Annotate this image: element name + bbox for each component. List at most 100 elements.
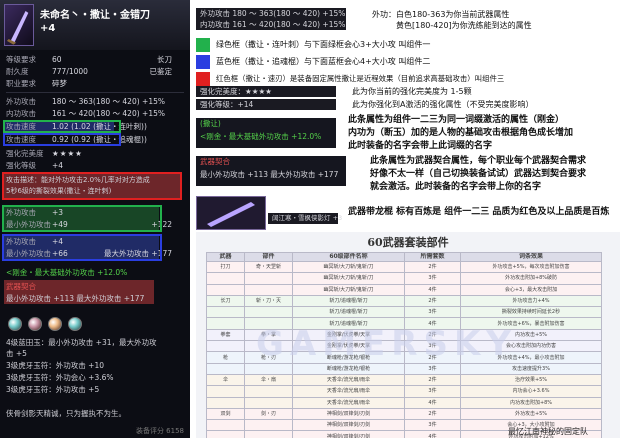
table-cell: 幽冥斩/大刀斩/鬼斩/刀 — [292, 260, 405, 274]
inner-attack-snippet: 内功攻击 161 ～ 420(180 ～ 420) +15% — [196, 19, 346, 30]
table-cell: 2件 — [404, 407, 461, 421]
table-cell: 撕裂效果持续时间延长2秒 — [460, 306, 602, 319]
table-cell: 枪 — [206, 351, 245, 364]
table-cell: 双剑 — [206, 407, 245, 421]
crest-header-row: <刚金・最大基础外功攻击 +12.0% — [6, 268, 128, 277]
weapon-crest-snippet: 武器契合 最小外功攻击 +113 最大外功攻击 +177 — [196, 156, 346, 186]
table-cell — [206, 362, 245, 375]
table-cell: 攻击速度提升3% — [460, 362, 602, 375]
table-cell: 2件 — [404, 294, 461, 308]
bottom-note: 武器带龙棍 标有百炼是 组件一二三 品质为红色及以上品质是百炼 — [348, 207, 610, 217]
green-label: 绿色框（撒让・连叶刺）与下面绿框会心3+大小攻 叫组件一 — [216, 40, 431, 49]
table-cell: 外功攻击+5%，每次攻击附加伤害 — [460, 260, 602, 274]
table-cell: 3件 — [404, 419, 461, 432]
weapon-icon[interactable] — [4, 4, 34, 46]
red-box-attack-note — [2, 172, 182, 200]
level-snippet: 强化等级：+14 — [196, 99, 336, 110]
stat-row-outer-attack: 外功攻击 180 ～ 363(180 ～ 420) +15% — [6, 97, 165, 106]
table-cell — [244, 272, 293, 285]
table-cell: 幽冥斩/大刀斩/鬼斩/刀 — [292, 272, 405, 285]
table-cell: 长刀 — [206, 294, 245, 308]
table-title: 60武器套装部件 — [367, 236, 449, 249]
table-cell: 天香伞/流光扇/雨伞 — [292, 385, 405, 398]
crest-note-1: 此条属性为武器契合属性，每个职业每个武器契合需求 — [370, 156, 587, 166]
table-cell: 神相剑/双锋剑/刃剑 — [292, 419, 405, 432]
table-cell — [206, 283, 245, 296]
col-set-count: 所需套数 — [404, 252, 461, 262]
table-cell: 打刀 — [206, 260, 245, 274]
table-cell: 斩・刀・灭 — [244, 294, 293, 308]
stat-row-inner-attack: 内功攻击 161 ～ 420(180 ～ 420) +15% — [6, 109, 165, 118]
table-cell: 奇・天罡斩 — [244, 260, 293, 274]
table-cell: 3件 — [404, 385, 461, 398]
crest-note-3: 就会激活。此时装备的名字会带上你的名字 — [370, 182, 542, 192]
table-row: 断魂枪/游龙枪/银枪 3件 攻击速度提升3% — [206, 362, 602, 375]
table-row: 天香伞/流光扇/雨伞 4件 内功攻击附加+8% — [206, 396, 602, 409]
table-row: 双剑 剑・刃 神相剑/双锋剑/刃剑 2件 外功攻击+5% — [206, 407, 602, 421]
green-box-block — [2, 205, 162, 232]
table-row: 长刀 斩・刀・灭 斩刀/追魂棍/斩刀 2件 外功攻击力+4% — [206, 294, 602, 308]
col-effect: 词条效果 — [460, 252, 602, 262]
col-part-names: 60级部件名称 — [292, 252, 405, 262]
crest-row: 最小外功攻击 +113 最大外功攻击 +177 — [6, 294, 145, 303]
crest-line: 最小外功攻击 +113 最大外功攻击 +177 — [200, 170, 339, 179]
blue-label: 蓝色框（撒让・追魂棍）与下面蓝框会心4+大小攻 叫组件二 — [216, 57, 431, 66]
gem-icon[interactable] — [28, 317, 42, 331]
gem-line: 3级虎牙玉符：外功攻击 +5 — [6, 385, 100, 394]
table-cell — [244, 362, 293, 375]
table-cell: 内功会心+3.6% — [460, 385, 602, 398]
table-cell — [244, 396, 293, 409]
dragon-staff-preview[interactable] — [196, 196, 266, 230]
table-cell: 天香伞/流光扇/雨伞 — [292, 396, 405, 409]
weapon-name: 未命名丶・撒让・金错刀 — [40, 10, 150, 21]
blue-box-attack-speed — [3, 133, 121, 146]
table-cell: 幽冥斩/大刀斩/鬼斩/刀 — [292, 283, 405, 296]
table-row: 打刀 奇・天罡斩 幽冥斩/大刀斩/鬼斩/刀 2件 外功攻击+5%，每次攻击附加伤害 — [206, 260, 602, 274]
col-part: 部件 — [244, 252, 293, 262]
table-cell — [206, 430, 245, 438]
gem-icon[interactable] — [68, 317, 82, 331]
crest-label: 武器契合 — [6, 282, 36, 291]
table-row: 天香伞/流光扇/雨伞 3件 内功会心+3.6% — [206, 385, 602, 398]
perfect-note: 此为你当前的强化完美度为 1-5颗 — [352, 87, 472, 96]
table-cell: 伞・扇 — [244, 373, 293, 387]
stat-row-durability: 耐久度 777/1000 已鉴定 — [6, 67, 172, 76]
panel-head: (撒让) — [200, 119, 221, 128]
gem-icon[interactable] — [8, 317, 22, 331]
watermark: GAMERSKY — [256, 324, 517, 364]
table-cell: 外功攻击力+4% — [460, 294, 602, 308]
table-cell: 伞 — [206, 373, 245, 387]
table-cell — [244, 306, 293, 319]
table-cell: 2件 — [404, 373, 461, 387]
crest-panel-snippet: (撒让) <刚金・最大基础外功攻击 +12.0% — [196, 118, 336, 148]
weapon-set-table-image: 60武器套装部件 武器 部件 60级部件名称 所需套数 词条效果 打刀 奇・天罡斩… — [196, 232, 620, 438]
table-cell: 3件 — [404, 362, 461, 375]
gem-line: 3级虎牙玉符：外功会心 +3.6% — [6, 373, 114, 382]
table-cell — [206, 306, 245, 319]
table-cell — [244, 283, 293, 296]
table-cell — [244, 430, 293, 438]
col-weapon: 武器 — [206, 252, 245, 262]
weapon-tooltip-card: 未命名丶・撒让・金错刀 +4 等级要求 60 长刀 耐久度 777/1000 已鉴定 职… — [0, 0, 190, 438]
table-cell: 3件 — [404, 272, 461, 285]
blue-box-block — [2, 234, 162, 261]
level-note: 此为你强化到A激活的强化属性（不受完美度影响） — [352, 100, 534, 109]
image-caption: 最忆江南神秘的固定队 — [508, 427, 588, 436]
perfect-snippet: 强化完美度：★★★★ — [196, 86, 336, 97]
table-cell: 神相剑/双锋剑/刃剑 — [292, 407, 405, 421]
table-cell: 外功攻击附加+8%破防 — [460, 272, 602, 285]
weapon-name-tag: 阔江寒・雪枫侠影灯 +3 — [268, 213, 342, 224]
gem-slots — [8, 317, 82, 333]
green-box-attack-speed — [3, 120, 121, 133]
table-cell: 治疗效果+5% — [460, 373, 602, 387]
table-cell — [244, 385, 293, 398]
red-label: 红色框（撒让・速刃）是装备固定属性撒让是近程效果（目前追求高基础攻击）叫组件三 — [216, 74, 505, 83]
table-cell: 斩刀/追魂棍/斩刀 — [292, 294, 405, 308]
table-row: 斩刀/追魂棍/斩刀 3件 撕裂效果持续时间延长2秒 — [206, 306, 602, 319]
gem-icon[interactable] — [48, 317, 62, 331]
table-cell: 4件 — [404, 396, 461, 409]
table-cell — [206, 340, 245, 353]
table-cell: 斩刀/追魂棍/斩刀 — [292, 306, 405, 319]
blue-swatch — [196, 55, 210, 69]
table-cell: 4件 — [404, 430, 461, 438]
